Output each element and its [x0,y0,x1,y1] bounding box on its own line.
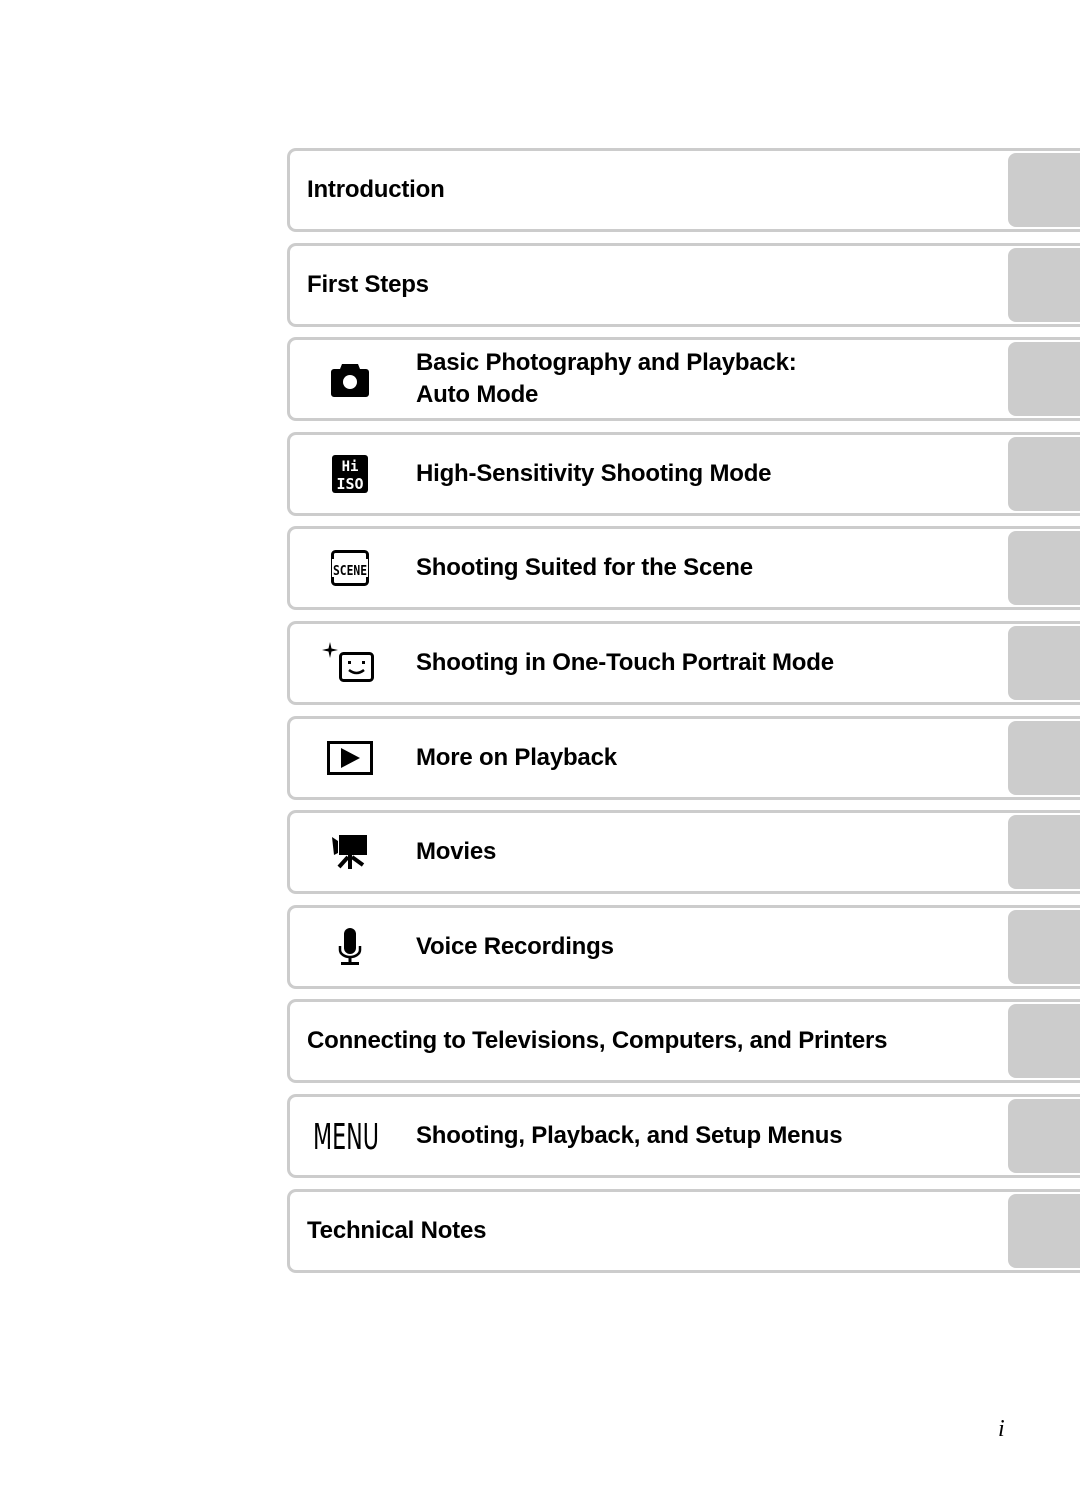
svg-text:Hi: Hi [342,459,359,475]
toc-item-label: Movies [416,838,497,866]
toc-item-introduction[interactable]: Introduction [287,148,1080,232]
toc-item-basic-photography[interactable]: Basic Photography and Playback: Auto Mode [287,337,1080,422]
svg-text:SCENE: SCENE [333,564,367,579]
section-tab [1008,342,1080,417]
section-tab [1008,1193,1080,1268]
toc-item-label: Introduction [307,176,445,203]
movie-camera-icon [314,828,386,876]
scene-icon: SCENE [314,544,386,592]
toc-item-voice-recordings[interactable]: Voice Recordings [287,904,1080,989]
page-number: i [998,1416,1005,1442]
toc-item-connecting[interactable]: Connecting to Televisions, Computers, an… [287,999,1080,1084]
toc-item-high-sensitivity[interactable]: Hi ISO High-Sensitivity Shooting Mode [287,431,1080,516]
menu-icon: MENU [310,1112,382,1160]
toc-item-playback[interactable]: More on Playback [287,715,1080,800]
section-tab [1008,247,1080,322]
hi-iso-icon: Hi ISO [314,450,386,498]
playback-icon [314,734,386,782]
toc-item-label: Basic Photography and Playback: Auto Mode [416,349,797,409]
toc-item-label: Technical Notes [307,1216,487,1244]
camera-icon [314,355,386,403]
toc-item-portrait[interactable]: Shooting in One-Touch Portrait Mode [287,620,1080,705]
section-tab [1008,153,1080,227]
toc-item-label: Voice Recordings [416,932,614,960]
toc-item-menus[interactable]: MENU Shooting, Playback, and Setup Menus [287,1093,1080,1178]
toc-item-label: First Steps [307,270,429,298]
portrait-face-icon [314,639,386,687]
toc-item-label: Connecting to Televisions, Computers, an… [307,1027,888,1055]
section-tab [1008,720,1080,795]
toc-item-scene[interactable]: SCENE Shooting Suited for the Scene [287,526,1080,611]
section-tab [1008,531,1080,606]
toc-item-label: High-Sensitivity Shooting Mode [416,459,772,487]
toc-item-technical-notes[interactable]: Technical Notes [287,1188,1080,1273]
svg-text:MENU: MENU [313,1118,379,1154]
section-tab [1008,815,1080,890]
toc-item-movies[interactable]: Movies [287,810,1080,895]
section-tab [1008,436,1080,511]
section-tab [1008,625,1080,700]
section-tab [1008,909,1080,984]
section-tab [1008,1098,1080,1173]
table-of-contents: Introduction First Steps Basic Photograp… [287,148,1080,1283]
toc-item-label: Shooting in One-Touch Portrait Mode [416,648,834,676]
toc-item-first-steps[interactable]: First Steps [287,242,1080,327]
toc-item-label: Shooting Suited for the Scene [416,554,753,582]
microphone-icon [314,923,386,971]
toc-item-label: More on Playback [416,743,617,771]
toc-item-label: Shooting, Playback, and Setup Menus [416,1121,843,1149]
section-tab [1008,1004,1080,1079]
svg-text:ISO: ISO [336,475,363,493]
